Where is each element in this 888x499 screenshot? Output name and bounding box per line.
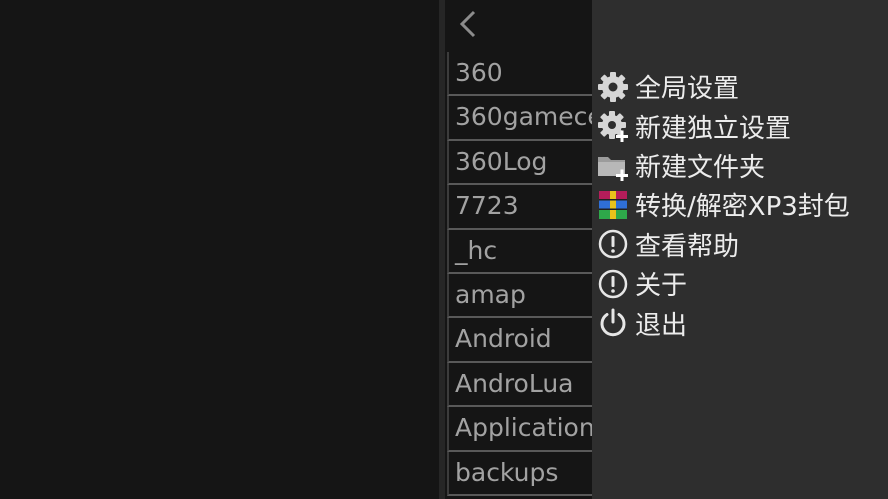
file-item-label: _hc <box>455 235 498 265</box>
file-item-application[interactable]: Application <box>447 407 592 452</box>
file-item-label: backups <box>455 457 559 487</box>
file-item-label: Android <box>455 324 552 354</box>
menu-item-new-folder[interactable]: 新建文件夹 <box>596 146 850 185</box>
file-browser-panel: 360 360gamecenter 360Log 7723 _hc amap A… <box>445 0 592 499</box>
file-item-360[interactable]: 360 <box>447 52 592 97</box>
file-item-label: 360gamecenter <box>455 102 592 132</box>
file-item-label: 360 <box>455 58 503 87</box>
menu-item-exit[interactable]: 退出 <box>596 303 850 342</box>
menu-item-global-settings[interactable]: 全局设置 <box>596 67 850 106</box>
file-item-label: 7723 <box>455 191 519 221</box>
menu-item-view-help[interactable]: 查看帮助 <box>596 225 850 264</box>
exclamation-circle-icon <box>596 267 629 300</box>
menu-item-label: 转换/解密XP3封包 <box>635 192 850 223</box>
menu-item-label: 新建独立设置 <box>635 113 792 144</box>
file-item-360log[interactable]: 360Log <box>447 140 592 186</box>
back-button[interactable] <box>453 8 483 44</box>
file-item-androlua[interactable]: AndroLua <box>447 362 592 408</box>
menu-item-label: 关于 <box>635 271 688 302</box>
exclamation-circle-icon <box>596 228 629 261</box>
file-item-label: AndroLua <box>455 368 574 398</box>
menu-item-label: 全局设置 <box>635 74 740 105</box>
file-item-hc[interactable]: _hc <box>447 229 592 274</box>
menu-item-label: 退出 <box>635 310 688 341</box>
gear-icon <box>596 70 629 103</box>
file-item-label: amap <box>455 279 526 309</box>
file-item-backups[interactable]: backups <box>447 451 592 496</box>
file-item-label: 360Log <box>455 146 548 176</box>
options-menu: 全局设置 新建独立设置 新建文件夹 转换/解密XP3封包 查看帮助 关于 退出 <box>592 0 888 499</box>
menu-item-label: 新建文件夹 <box>635 152 766 183</box>
menu-list: 全局设置 新建独立设置 新建文件夹 转换/解密XP3封包 查看帮助 关于 退出 <box>596 67 850 343</box>
folder-plus-icon <box>596 149 629 182</box>
menu-item-new-standalone-settings[interactable]: 新建独立设置 <box>596 106 850 145</box>
gear-plus-icon <box>596 110 629 143</box>
file-item-7723[interactable]: 7723 <box>447 185 592 230</box>
file-item-label: Application <box>455 413 592 443</box>
file-item-amap[interactable]: amap <box>447 273 592 319</box>
menu-item-about[interactable]: 关于 <box>596 264 850 303</box>
app-screen: 360 360gamecenter 360Log 7723 _hc amap A… <box>0 0 888 499</box>
winrar-icon <box>596 188 629 221</box>
power-icon <box>596 307 629 340</box>
file-list: 360 360gamecenter 360Log 7723 _hc amap A… <box>445 52 592 496</box>
chevron-left-icon <box>457 9 479 43</box>
empty-content-pane <box>0 0 439 499</box>
file-item-360gamecenter[interactable]: 360gamecenter <box>447 96 592 141</box>
menu-item-convert-decrypt-xp3[interactable]: 转换/解密XP3封包 <box>596 185 850 224</box>
file-item-android[interactable]: Android <box>447 318 592 363</box>
menu-item-label: 查看帮助 <box>635 231 740 262</box>
